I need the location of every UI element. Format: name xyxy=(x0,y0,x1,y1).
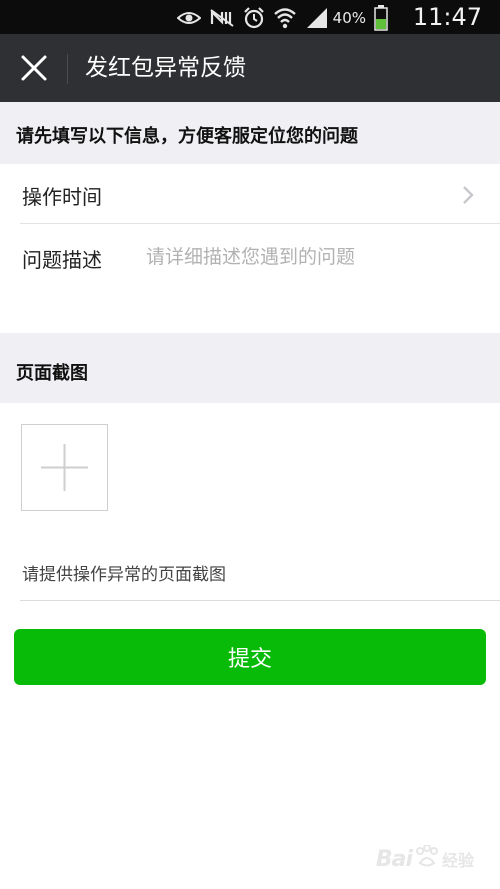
chevron-right-icon xyxy=(462,185,474,209)
screenshot-section-heading-text: 页面截图 xyxy=(16,363,88,384)
submit-button[interactable]: 提交 xyxy=(14,629,486,685)
problem-description-input[interactable] xyxy=(146,238,486,322)
info-section-heading: 请先填写以下信息，方便客服定位您的问题 xyxy=(0,102,500,164)
nfc-icon xyxy=(209,8,235,28)
info-section-heading-text: 请先填写以下信息，方便客服定位您的问题 xyxy=(16,126,358,147)
hint-divider xyxy=(20,600,500,601)
watermark-text: Bai xyxy=(375,846,413,872)
battery-percent: 40% xyxy=(332,9,366,27)
problem-description-row: 问题描述 xyxy=(0,224,500,333)
header-divider xyxy=(67,54,68,84)
app-header: 发红包异常反馈 xyxy=(0,34,500,102)
plus-icon xyxy=(41,444,88,491)
paw-icon xyxy=(414,844,440,873)
screenshot-section-heading: 页面截图 xyxy=(0,333,500,403)
baidu-watermark: Bai 经验 xyxy=(375,844,474,873)
status-bar: 40% 11:47 xyxy=(0,0,500,34)
close-button[interactable] xyxy=(12,46,56,90)
clock: 11:47 xyxy=(412,3,482,31)
alarm-icon xyxy=(243,7,265,29)
screenshot-hint: 请提供操作异常的页面截图 xyxy=(22,565,226,585)
operation-time-label: 操作时间 xyxy=(22,185,102,209)
page-title: 发红包异常反馈 xyxy=(85,55,246,81)
signal-icon xyxy=(305,7,329,29)
watermark-sub-text: 经验 xyxy=(441,851,474,870)
close-icon xyxy=(12,55,56,94)
add-screenshot-button[interactable] xyxy=(21,424,108,511)
eye-icon xyxy=(176,10,201,26)
problem-description-label: 问题描述 xyxy=(22,248,102,272)
status-icons: 40% xyxy=(176,5,388,31)
operation-time-row[interactable]: 操作时间 xyxy=(0,164,500,224)
wifi-icon xyxy=(273,7,297,29)
battery-icon xyxy=(374,5,388,31)
